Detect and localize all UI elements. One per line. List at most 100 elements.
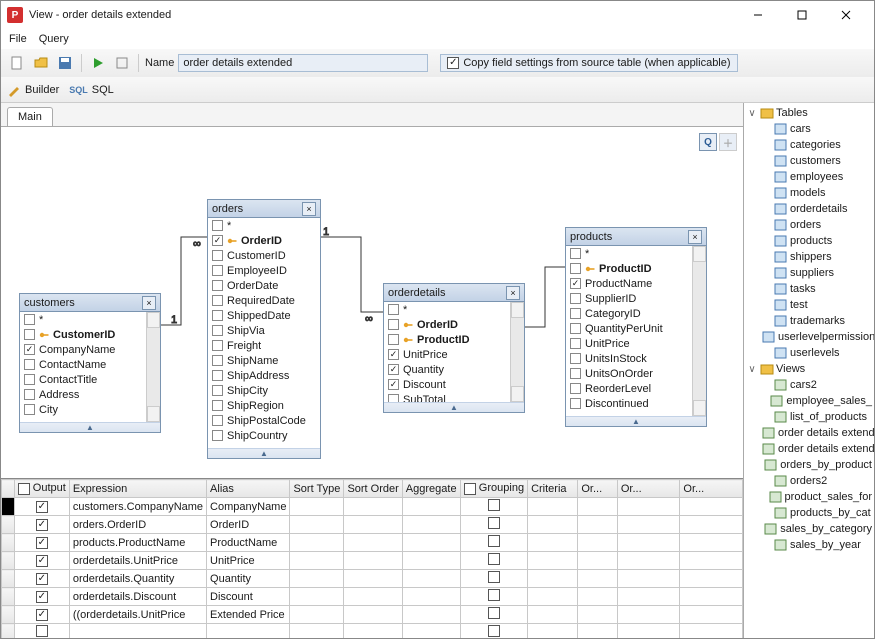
menu-file[interactable]: File: [5, 31, 31, 47]
field-checkbox[interactable]: [570, 263, 581, 274]
alias-cell[interactable]: Discount: [207, 588, 290, 606]
expr-cell[interactable]: orders.OrderID: [69, 516, 206, 534]
field-checkbox[interactable]: [212, 340, 223, 351]
open-button[interactable]: [31, 53, 51, 73]
alias-cell[interactable]: CompanyName: [207, 498, 290, 516]
tree-item[interactable]: customers: [760, 153, 872, 169]
field-checkbox[interactable]: [388, 394, 399, 402]
tree-item[interactable]: categories: [760, 137, 872, 153]
tab-main[interactable]: Main: [7, 107, 53, 126]
field-row[interactable]: CustomerID: [20, 327, 160, 342]
field-checkbox[interactable]: [24, 404, 35, 415]
grid-header[interactable]: Output: [14, 480, 69, 498]
grouping-checkbox[interactable]: [488, 499, 500, 511]
field-row[interactable]: Discontinued: [566, 396, 706, 411]
output-checkbox[interactable]: [36, 501, 48, 513]
scrollbar[interactable]: [146, 312, 160, 422]
grid-header[interactable]: Or...: [680, 480, 743, 498]
field-checkbox[interactable]: [388, 349, 399, 360]
field-checkbox[interactable]: [212, 310, 223, 321]
field-checkbox[interactable]: [212, 220, 223, 231]
field-checkbox[interactable]: [212, 370, 223, 381]
grid-header[interactable]: Sort Order: [344, 480, 402, 498]
tree-folder[interactable]: ∨Tables: [746, 105, 872, 121]
field-checkbox[interactable]: [212, 385, 223, 396]
run-button[interactable]: [88, 53, 108, 73]
field-row[interactable]: City: [20, 402, 160, 417]
field-row[interactable]: UnitsInStock: [566, 351, 706, 366]
field-row[interactable]: SubTotal: [384, 392, 524, 402]
grid-header[interactable]: Expression: [69, 480, 206, 498]
tree-item[interactable]: product_sales_for: [760, 489, 872, 505]
sql-mode-button[interactable]: SQL SQL: [69, 84, 114, 96]
expr-cell[interactable]: products.ProductName: [69, 534, 206, 552]
field-checkbox[interactable]: [24, 314, 35, 325]
field-row[interactable]: Discount: [384, 377, 524, 392]
field-row[interactable]: *: [208, 218, 320, 233]
alias-cell[interactable]: [207, 624, 290, 639]
field-checkbox[interactable]: [570, 338, 581, 349]
tree-folder[interactable]: ∨Views: [746, 361, 872, 377]
field-row[interactable]: *: [566, 246, 706, 261]
expand-arrow-icon[interactable]: ▲: [20, 422, 160, 432]
field-checkbox[interactable]: [388, 319, 399, 330]
grouping-checkbox[interactable]: [488, 589, 500, 601]
output-checkbox[interactable]: [36, 591, 48, 603]
minimize-button[interactable]: [736, 1, 780, 29]
field-row[interactable]: ShipPostalCode: [208, 413, 320, 428]
field-checkbox[interactable]: [212, 400, 223, 411]
field-row[interactable]: RequiredDate: [208, 293, 320, 308]
grouping-checkbox[interactable]: [488, 517, 500, 529]
alias-cell[interactable]: Quantity: [207, 570, 290, 588]
grid-row[interactable]: orderdetails.DiscountDiscount: [2, 588, 743, 606]
field-row[interactable]: ShipVia: [208, 323, 320, 338]
close-icon[interactable]: ×: [302, 202, 316, 216]
grouping-checkbox[interactable]: [488, 553, 500, 565]
output-grid[interactable]: OutputExpressionAliasSort TypeSort Order…: [1, 478, 743, 638]
tree-item[interactable]: suppliers: [760, 265, 872, 281]
expr-cell[interactable]: orderdetails.Discount: [69, 588, 206, 606]
field-checkbox[interactable]: [212, 280, 223, 291]
field-row[interactable]: ShippedDate: [208, 308, 320, 323]
field-row[interactable]: CategoryID: [566, 306, 706, 321]
expr-cell[interactable]: [69, 624, 206, 639]
field-row[interactable]: CustomerID: [208, 248, 320, 263]
table-customers[interactable]: customers×*CustomerIDCompanyNameContactN…: [19, 293, 161, 433]
field-row[interactable]: ShipRegion: [208, 398, 320, 413]
field-checkbox[interactable]: [24, 374, 35, 385]
field-checkbox[interactable]: [388, 379, 399, 390]
close-icon[interactable]: ×: [142, 296, 156, 310]
field-row[interactable]: UnitPrice: [566, 336, 706, 351]
close-icon[interactable]: ×: [506, 286, 520, 300]
grid-header[interactable]: Or...: [578, 480, 617, 498]
expand-arrow-icon[interactable]: ▲: [566, 416, 706, 426]
grouping-checkbox[interactable]: [488, 535, 500, 547]
grid-row[interactable]: [2, 624, 743, 639]
field-row[interactable]: ReorderLevel: [566, 381, 706, 396]
grid-header[interactable]: Grouping: [460, 480, 527, 498]
field-checkbox[interactable]: [212, 295, 223, 306]
canvas[interactable]: Q ＋ 1 ∞ 1 ∞ customers×*CustomerIDCompany…: [1, 127, 743, 478]
tree-item[interactable]: list_of_products: [760, 409, 872, 425]
field-row[interactable]: OrderDate: [208, 278, 320, 293]
tree-item[interactable]: employee_sales_: [760, 393, 872, 409]
field-checkbox[interactable]: [570, 323, 581, 334]
field-checkbox[interactable]: [570, 278, 581, 289]
table-products[interactable]: products×*ProductIDProductNameSupplierID…: [565, 227, 707, 427]
tree-item[interactable]: cars: [760, 121, 872, 137]
alias-cell[interactable]: OrderID: [207, 516, 290, 534]
field-row[interactable]: UnitsOnOrder: [566, 366, 706, 381]
new-button[interactable]: [7, 53, 27, 73]
alias-cell[interactable]: ProductName: [207, 534, 290, 552]
grid-row[interactable]: customers.CompanyNameCompanyName: [2, 498, 743, 516]
field-checkbox[interactable]: [24, 344, 35, 355]
tree-item[interactable]: orders_by_product: [760, 457, 872, 473]
field-checkbox[interactable]: [24, 359, 35, 370]
field-checkbox[interactable]: [388, 334, 399, 345]
expand-arrow-icon[interactable]: ▲: [384, 402, 524, 412]
field-row[interactable]: Quantity: [384, 362, 524, 377]
tree-item[interactable]: test: [760, 297, 872, 313]
grid-row[interactable]: orderdetails.QuantityQuantity: [2, 570, 743, 588]
grouping-checkbox[interactable]: [488, 571, 500, 583]
tree-item[interactable]: tasks: [760, 281, 872, 297]
